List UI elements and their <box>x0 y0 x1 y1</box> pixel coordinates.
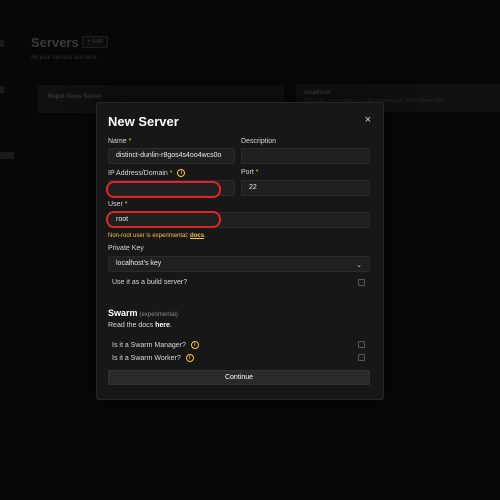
close-icon[interactable]: × <box>365 115 371 126</box>
info-icon[interactable]: i <box>177 169 186 177</box>
required-mark: * <box>169 169 173 177</box>
swarm-docs-link[interactable]: here <box>155 322 170 329</box>
required-mark: * <box>124 201 128 208</box>
sidebar-marker <box>0 86 4 93</box>
server-card-name: Rapid Goes Server <box>48 94 102 100</box>
required-mark: * <box>255 169 259 176</box>
info-icon[interactable]: i <box>190 341 199 349</box>
swarm-docs-text: Read the docs here. <box>108 322 172 329</box>
user-label: User * <box>108 201 128 208</box>
swarm-worker-label: Is it a Swarm Worker? i <box>112 354 194 362</box>
non-root-warning: Non-root user is experimental: docs. <box>108 233 206 239</box>
highlight-annotation <box>106 211 221 228</box>
required-mark: * <box>128 138 132 145</box>
highlight-annotation <box>106 181 221 198</box>
chevron-down-icon: ⌄ <box>356 262 362 269</box>
page-title: Servers <box>31 35 79 50</box>
name-label: Name * <box>108 138 132 145</box>
continue-button[interactable]: Continue <box>108 370 370 385</box>
swarm-manager-label: Is it a Swarm Manager? i <box>112 341 199 349</box>
sidebar-marker <box>0 40 4 47</box>
new-server-modal: New Server × Name * distinct-dunlin-r8go… <box>96 102 384 400</box>
add-server-button[interactable]: + Add <box>82 36 108 48</box>
page-subtitle: All your servers are here. <box>31 55 99 61</box>
swarm-heading: Swarm (experimental) <box>108 308 178 318</box>
port-label: Port * <box>241 169 259 176</box>
server-card-name: localhost <box>304 90 331 96</box>
description-label: Description <box>241 138 277 145</box>
name-input[interactable]: distinct-dunlin-r8gos4s4oo4wcs0o <box>108 148 235 164</box>
build-server-label: Use it as a build server? <box>112 279 188 286</box>
private-key-select[interactable]: localhost's key ⌄ <box>108 256 370 272</box>
swarm-manager-checkbox[interactable] <box>358 341 365 348</box>
description-input[interactable] <box>241 148 370 164</box>
sidebar-marker <box>0 152 14 159</box>
docs-link[interactable]: docs <box>190 233 204 239</box>
private-key-label: Private Key <box>108 245 144 252</box>
ip-label: IP Address/Domain * i <box>108 169 186 177</box>
info-icon[interactable]: i <box>185 354 194 362</box>
modal-title: New Server <box>108 114 179 129</box>
port-input[interactable]: 22 <box>241 180 370 196</box>
experimental-tag: (experimental) <box>139 312 178 318</box>
build-server-checkbox[interactable] <box>358 279 365 286</box>
swarm-worker-checkbox[interactable] <box>358 354 365 361</box>
